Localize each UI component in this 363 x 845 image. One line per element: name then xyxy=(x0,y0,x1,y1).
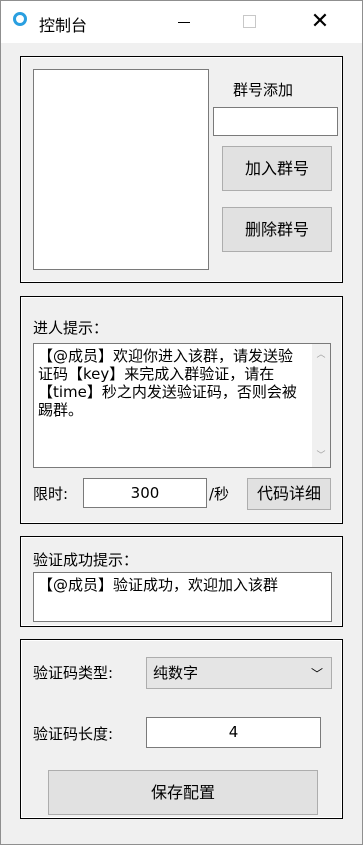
window-title: 控制台 xyxy=(39,16,88,35)
scroll-up-icon[interactable]: ︿ xyxy=(312,346,330,364)
captcha-length-input[interactable]: 4 xyxy=(146,717,321,748)
time-limit-unit: /秒 xyxy=(209,485,230,503)
verify-success-label: 验证成功提示： xyxy=(33,551,139,569)
join-message-textarea[interactable]: 【@成员】欢迎你进入该群，请发送验证码【key】来完成入群验证，请在【time】… xyxy=(33,343,331,468)
join-prompt-panel: 进人提示： 【@成员】欢迎你进入该群，请发送验证码【key】来完成入群验证，请在… xyxy=(20,296,343,524)
delete-group-button[interactable]: 删除群号 xyxy=(222,207,332,252)
captcha-type-label: 验证码类型: xyxy=(33,664,114,682)
verify-success-panel: 验证成功提示： 【@成员】验证成功，欢迎加入该群 xyxy=(20,536,343,627)
console-window: 控制台 ✕ 群号添加 加入群号 删除群号 进人提示： 【@成员】欢迎你进入该群，… xyxy=(0,0,363,845)
close-button[interactable]: ✕ xyxy=(297,1,343,43)
captcha-length-label: 验证码长度: xyxy=(33,725,114,743)
join-prompt-label: 进人提示： xyxy=(33,319,109,337)
group-number-list[interactable] xyxy=(33,69,209,270)
captcha-type-value: 纯数字 xyxy=(153,664,199,682)
join-message-text: 【@成员】欢迎你进入该群，请发送验证码【key】来完成入群验证，请在【time】… xyxy=(38,347,297,419)
save-config-button[interactable]: 保存配置 xyxy=(48,770,318,815)
join-message-scrollbar[interactable]: ︿ ﹀ xyxy=(312,344,330,467)
group-number-label: 群号添加 xyxy=(233,81,294,99)
verify-success-input[interactable]: 【@成员】验证成功，欢迎加入该群 xyxy=(33,572,332,622)
chevron-down-icon: ﹀ xyxy=(310,667,323,681)
scroll-down-icon[interactable]: ﹀ xyxy=(312,447,330,465)
group-number-panel: 群号添加 加入群号 删除群号 xyxy=(20,56,343,283)
close-icon: ✕ xyxy=(310,9,330,34)
app-ring-icon xyxy=(13,12,27,26)
minimize-button[interactable] xyxy=(161,1,207,43)
minimize-icon xyxy=(178,22,190,23)
maximize-button[interactable] xyxy=(226,1,272,43)
maximize-icon xyxy=(242,15,256,28)
group-number-input[interactable] xyxy=(213,107,338,136)
captcha-settings-panel: 验证码类型: 纯数字 ﹀ 验证码长度: 4 保存配置 xyxy=(20,639,343,819)
add-group-button[interactable]: 加入群号 xyxy=(222,146,332,191)
title-bar[interactable]: 控制台 ✕ xyxy=(1,1,362,43)
captcha-type-select[interactable]: 纯数字 ﹀ xyxy=(146,657,332,689)
time-limit-label: 限时: xyxy=(33,485,69,503)
time-limit-input[interactable]: 300 xyxy=(83,478,207,508)
code-detail-button[interactable]: 代码详细 xyxy=(247,478,331,510)
